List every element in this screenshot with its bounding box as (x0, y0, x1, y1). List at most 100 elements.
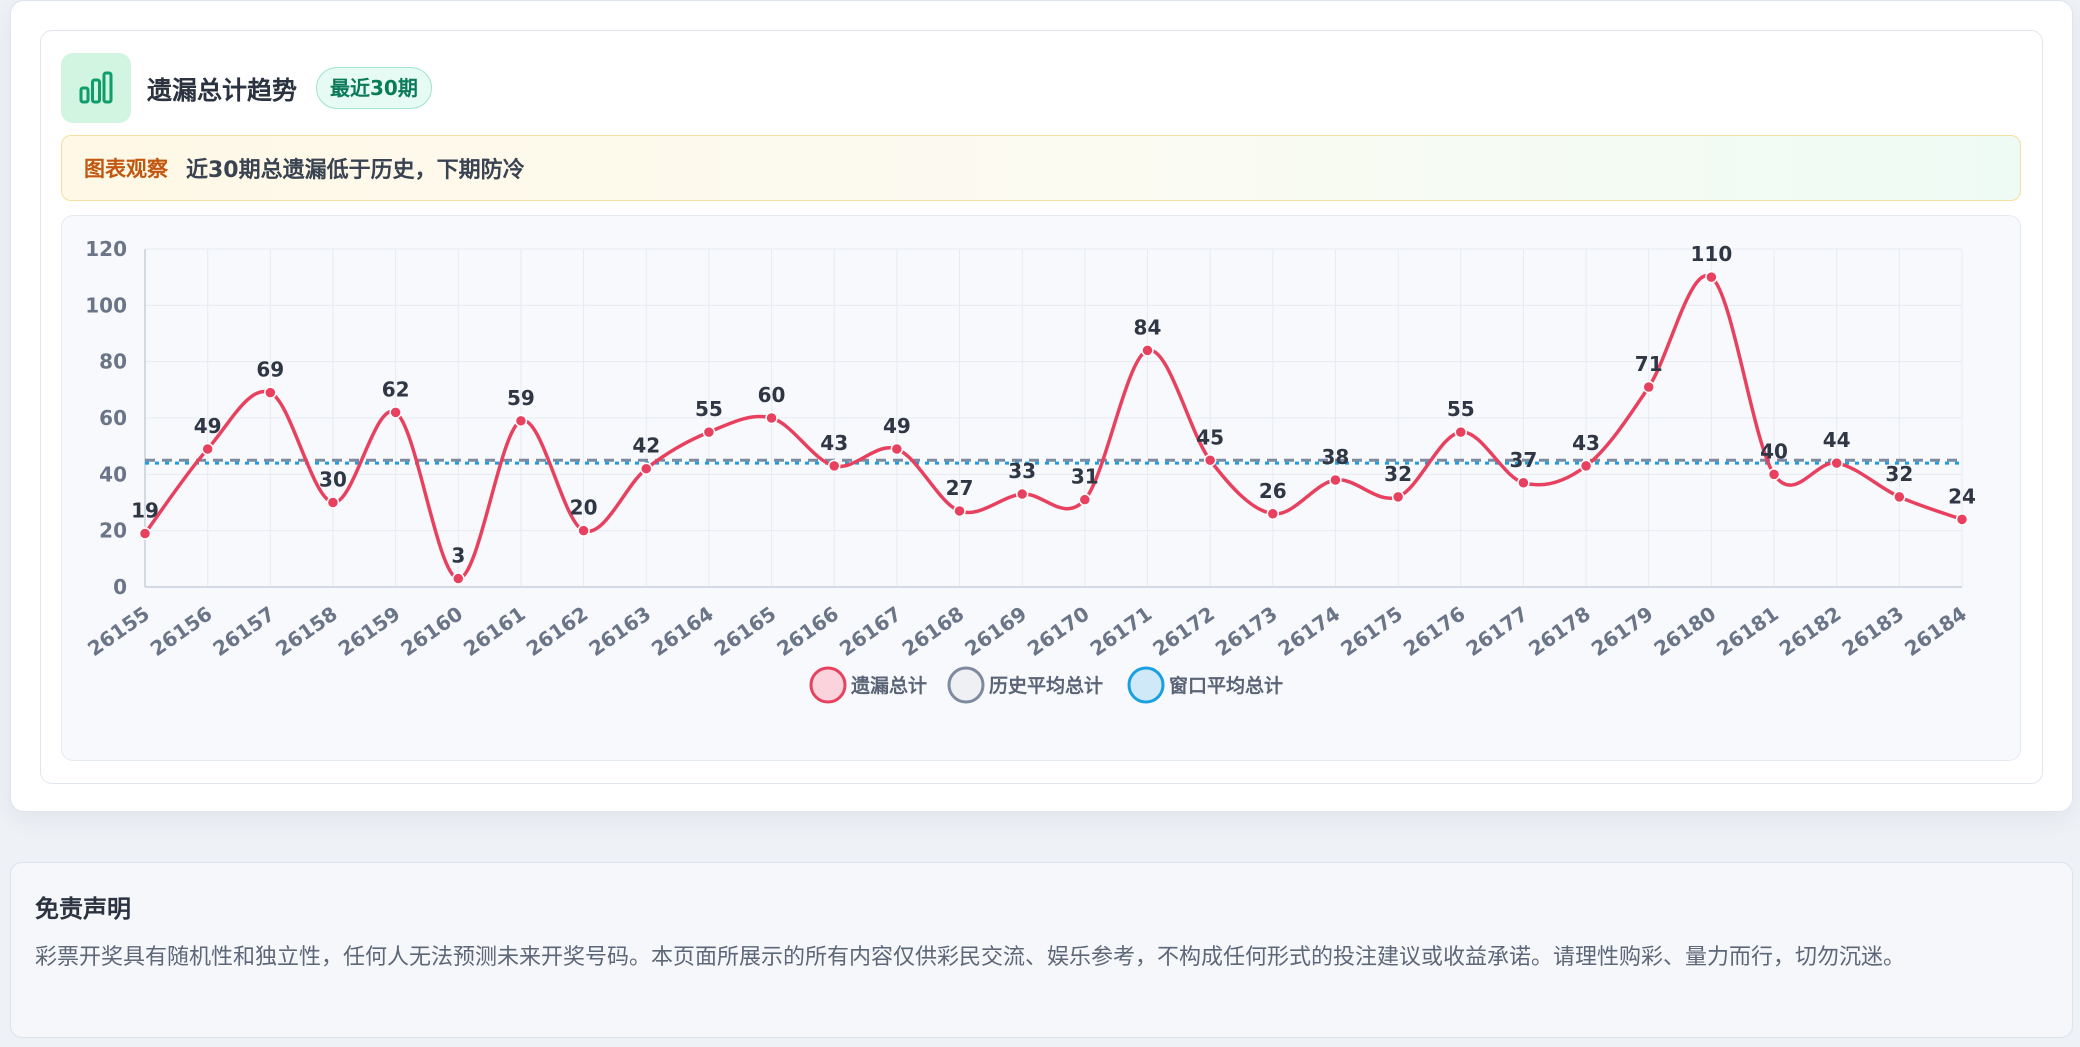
data-label: 19 (131, 498, 159, 522)
legend-swatch (947, 666, 985, 704)
disclaimer-title: 免责声明 (35, 895, 131, 923)
x-tick-label: 26167 (835, 601, 906, 661)
legend-label: 窗口平均总计 (1169, 674, 1283, 697)
legend-swatch (1127, 666, 1165, 704)
data-label: 45 (1196, 425, 1224, 449)
y-tick-label: 100 (85, 293, 127, 317)
trend-card-inner: 遗漏总计趋势 最近30期 图表观察 近30期总遗漏低于历史，下期防冷 0 20 40… (40, 30, 2043, 784)
data-point (1391, 490, 1405, 504)
data-label: 55 (695, 397, 723, 421)
data-label: 27 (946, 476, 974, 500)
x-tick-label: 26181 (1712, 601, 1783, 661)
data-point (1642, 380, 1655, 394)
y-tick-label: 20 (99, 519, 127, 543)
y-tick-label: 120 (85, 237, 127, 261)
x-tick-label: 26163 (584, 601, 655, 661)
data-point (1955, 513, 1969, 526)
x-tick-label: 26176 (1399, 601, 1470, 661)
data-label: 30 (319, 468, 347, 492)
x-tick-label: 26179 (1587, 601, 1658, 661)
data-point (702, 425, 716, 439)
data-point (1705, 270, 1718, 284)
x-tick-label: 26162 (522, 601, 593, 661)
data-label: 49 (883, 414, 911, 438)
disclaimer-text: 彩票开奖具有随机性和独立性，任何人无法预测未来开奖号码。本页面所展示的所有内容仅… (35, 945, 1906, 970)
data-point (201, 442, 214, 456)
data-label: 84 (1134, 315, 1162, 339)
data-label: 71 (1635, 352, 1663, 376)
data-point (326, 496, 340, 509)
data-point (389, 406, 402, 419)
x-tick-label: 26177 (1462, 601, 1533, 661)
data-point (1203, 454, 1217, 467)
data-label: 43 (1572, 431, 1600, 455)
data-point (1266, 507, 1280, 521)
data-point (1078, 493, 1092, 506)
insight-banner: 图表观察 近30期总遗漏低于历史，下期防冷 (61, 135, 2021, 201)
x-tick-label: 26155 (83, 601, 154, 661)
data-point (577, 524, 590, 537)
chart-title: 遗漏总计趋势 (147, 76, 298, 105)
insight-label: 图表观察 (84, 157, 168, 181)
x-tick-label: 26173 (1211, 601, 1282, 661)
data-label: 33 (1008, 459, 1036, 483)
line-chart: 0 20 40 60 80 100 120 2615526156261572615826159… (83, 237, 1976, 704)
legend-swatch (809, 666, 847, 704)
x-tick-label: 26157 (208, 601, 279, 661)
y-tick-label: 60 (99, 406, 127, 430)
data-label: 44 (1823, 428, 1851, 452)
data-label: 60 (758, 383, 786, 407)
data-label: 37 (1509, 448, 1537, 472)
data-point (514, 414, 528, 428)
data-point (1454, 425, 1468, 439)
x-tick-label: 26166 (772, 601, 843, 661)
x-tick-label: 26180 (1649, 601, 1720, 661)
data-point (1893, 490, 1906, 504)
data-point (1015, 487, 1029, 501)
data-label: 3 (451, 544, 465, 568)
data-label: 43 (820, 431, 848, 455)
data-point (1517, 476, 1530, 490)
x-tick-label: 26160 (396, 601, 467, 661)
data-point (452, 572, 465, 585)
bar-chart-icon (61, 53, 131, 123)
x-tick-label: 26169 (960, 601, 1031, 661)
data-point (890, 442, 904, 456)
legend-label: 历史平均总计 (989, 674, 1103, 697)
y-tick-label: 40 (99, 462, 127, 486)
data-point (827, 459, 841, 473)
x-tick-label: 26165 (710, 601, 781, 661)
missing-total-line (143, 273, 1963, 581)
data-point (765, 411, 778, 425)
data-label: 55 (1447, 397, 1475, 421)
data-label: 26 (1259, 479, 1287, 503)
x-tick-label: 26171 (1086, 601, 1157, 661)
x-tick-label: 26161 (459, 601, 530, 661)
data-point (1767, 468, 1781, 481)
data-label: 69 (256, 358, 284, 382)
bar-chart-glyph (79, 71, 113, 104)
data-label: 20 (570, 496, 598, 520)
data-point (1141, 344, 1154, 357)
data-point (953, 504, 966, 518)
data-label: 31 (1071, 465, 1099, 489)
data-label: 49 (194, 414, 222, 438)
x-tick-label: 26184 (1900, 601, 1971, 661)
data-label: 42 (632, 434, 660, 458)
data-label: 32 (1384, 462, 1412, 486)
x-tick-label: 26159 (334, 601, 405, 661)
x-tick-label: 26178 (1524, 601, 1595, 661)
data-point (1830, 456, 1843, 470)
x-tick-label: 26168 (898, 601, 969, 661)
data-point (264, 386, 277, 399)
data-label: 62 (382, 377, 410, 401)
trend-card: 遗漏总计趋势 最近30期 图表观察 近30期总遗漏低于历史，下期防冷 0 20 40… (10, 0, 2073, 812)
x-tick-label: 26164 (647, 601, 718, 661)
data-label: 24 (1948, 484, 1976, 508)
insight-text: 近30期总遗漏低于历史，下期防冷 (186, 158, 525, 183)
x-tick-label: 26170 (1023, 601, 1094, 661)
data-point (138, 527, 152, 540)
period-badge: 最近30期 (316, 67, 432, 109)
x-tick-label: 26156 (146, 601, 217, 661)
data-label: 38 (1322, 445, 1350, 469)
